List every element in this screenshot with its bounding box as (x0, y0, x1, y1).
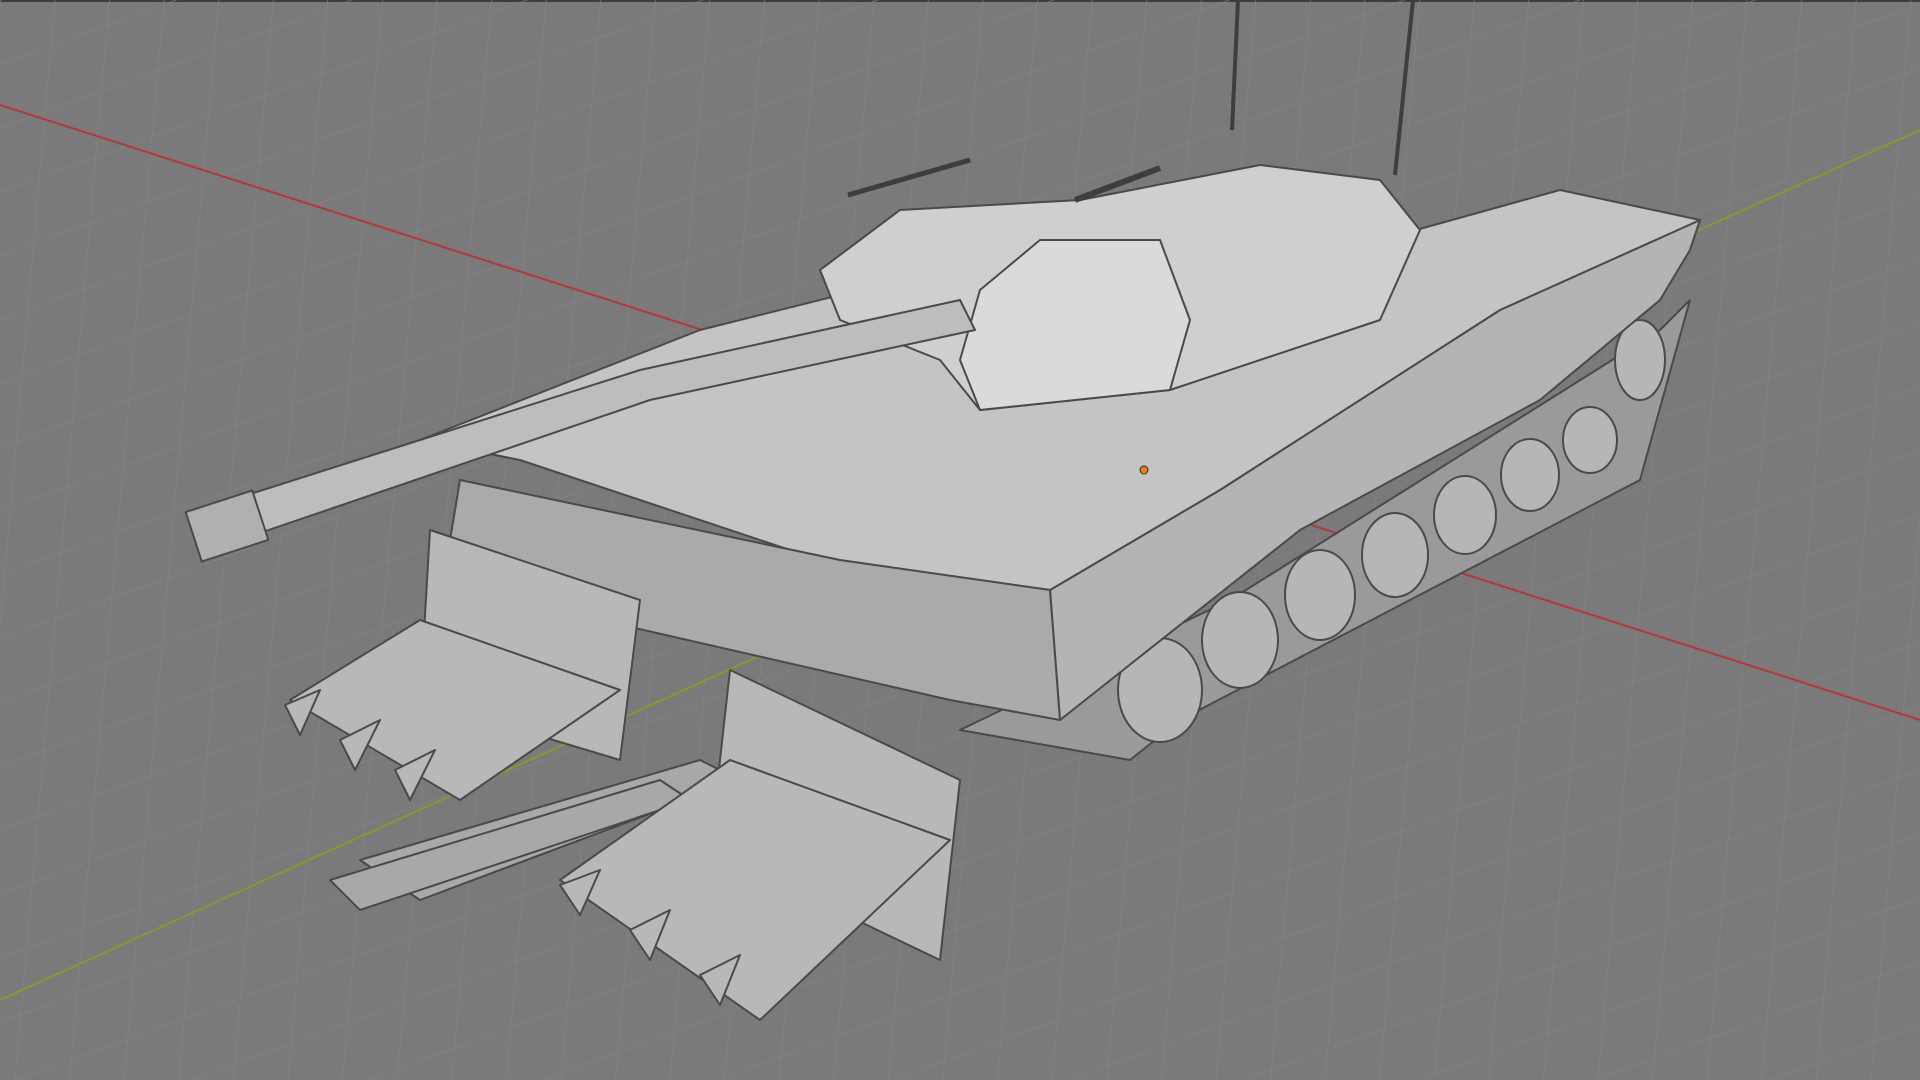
3d-viewport[interactable] (0, 0, 1920, 1080)
origin-marker (1139, 465, 1149, 475)
viewport-canvas[interactable] (0, 0, 1920, 1080)
